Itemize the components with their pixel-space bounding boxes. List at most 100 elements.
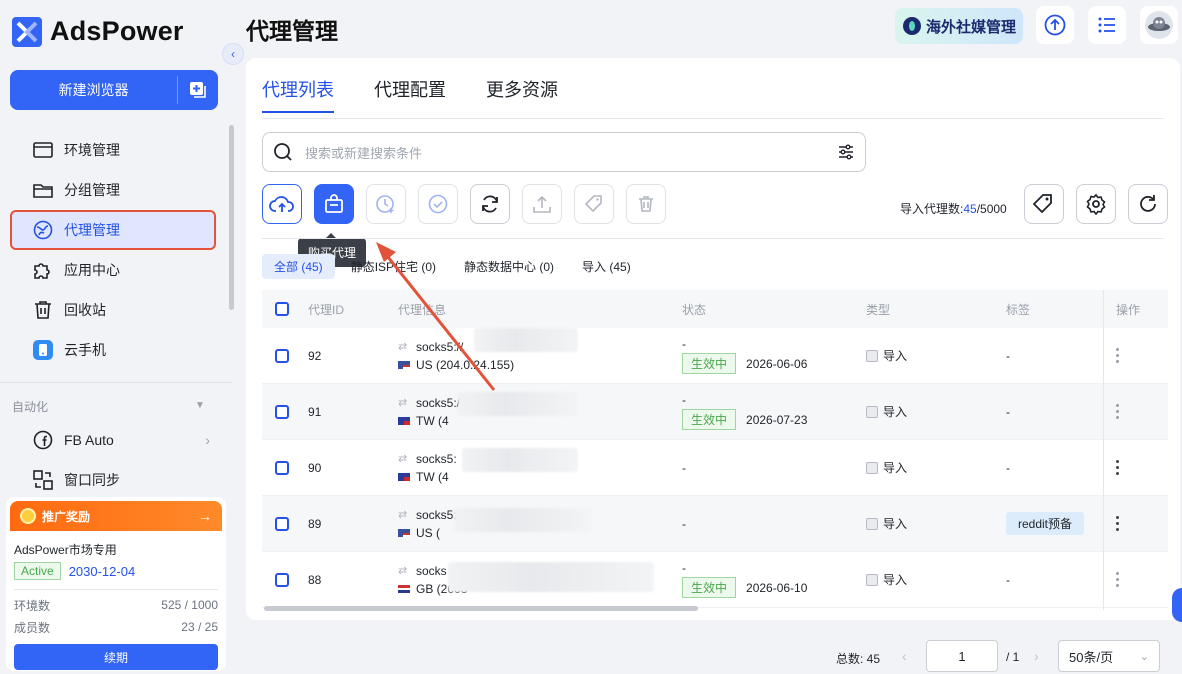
type-label: 导入	[883, 349, 908, 363]
proxy-status: -	[682, 460, 686, 475]
chevron-down-icon[interactable]: ▼	[195, 400, 205, 411]
prev-page-icon[interactable]: ‹	[902, 648, 907, 664]
row-checkbox[interactable]	[275, 516, 289, 531]
table-header: 代理ID 代理信息 状态 类型 标签 操作	[262, 290, 1168, 328]
filter-imported[interactable]: 导入 (45)	[570, 254, 643, 279]
filter-settings-icon[interactable]	[837, 143, 855, 161]
status-badge: 生效中	[682, 409, 737, 430]
schedule-check-button[interactable]	[366, 184, 406, 224]
filter-all[interactable]: 全部 (45)	[262, 254, 335, 279]
refresh-proxy-button[interactable]	[470, 184, 510, 224]
sidebar-item-groups[interactable]: 分组管理	[10, 170, 216, 210]
filter-static-isp[interactable]: 静态ISP住宅 (0)	[339, 254, 448, 279]
swap-icon: ⇄	[398, 341, 408, 353]
collapse-sidebar-button[interactable]: ‹	[222, 43, 244, 65]
settings-button[interactable]	[1076, 184, 1116, 224]
proxy-protocol: socks5:	[416, 507, 457, 522]
automation-section-label[interactable]: 自动化	[12, 398, 48, 415]
tag-manager-button[interactable]	[1024, 184, 1064, 224]
new-browser-button[interactable]: 新建浏览器	[10, 70, 177, 110]
sidebar-item-window-sync[interactable]: 窗口同步	[10, 460, 216, 500]
table-row[interactable]: 90 ⇄ socks5: TW (4 - 导入 -	[262, 440, 1168, 496]
subscription-card: 推广奖励 → AdsPower市场专用 Active 2030-12-04 环境…	[6, 497, 226, 671]
shopping-bag-icon	[325, 194, 343, 213]
sidebar-item-apps[interactable]: 应用中心	[10, 250, 216, 290]
proxy-tag: -	[1006, 572, 1010, 587]
user-avatar[interactable]	[1140, 6, 1178, 44]
more-actions-icon[interactable]	[1116, 348, 1119, 363]
proxy-status: -	[682, 516, 686, 531]
proxy-id: 91	[308, 404, 322, 419]
tab-proxy-config[interactable]: 代理配置	[374, 76, 446, 112]
proxy-info: ⇄ socks5: TW (4	[398, 450, 457, 486]
facebook-icon	[33, 430, 53, 450]
col-id[interactable]: 代理ID	[308, 301, 344, 318]
table-horizontal-scrollbar[interactable]	[264, 606, 698, 611]
table-row[interactable]: 91 ⇄ socks5:// TW (4 - 生效中 2026-07-23 导入 -	[262, 384, 1168, 440]
expire-date: 2030-12-04	[68, 563, 136, 579]
proxy-type: 导入	[866, 515, 907, 532]
trash-icon	[639, 196, 653, 212]
row-checkbox[interactable]	[275, 404, 289, 419]
tab-bar: 代理列表 代理配置 更多资源	[262, 76, 558, 113]
expire-date: 2026-07-23	[746, 413, 808, 427]
avatar-icon	[1145, 11, 1173, 39]
proxy-type: 导入	[866, 347, 907, 364]
reload-button[interactable]	[1128, 184, 1168, 224]
upload-update-button[interactable]	[1036, 6, 1074, 44]
col-status: 状态	[682, 302, 707, 317]
proxy-panel: 代理列表 代理配置 更多资源 搜索或新建搜索条件 购买代理 导入代理数:45/5…	[246, 58, 1180, 620]
pagination-total: 总数: 45	[836, 652, 881, 666]
sidebar-item-environments[interactable]: 环境管理	[10, 130, 216, 170]
support-chat-button[interactable]	[1172, 588, 1182, 622]
proxy-tag: -	[1006, 348, 1010, 363]
more-actions-icon[interactable]	[1116, 404, 1119, 419]
sidebar-scrollbar[interactable]	[229, 125, 234, 310]
tab-more-resources[interactable]: 更多资源	[486, 76, 558, 112]
row-checkbox[interactable]	[275, 460, 289, 475]
edit-tag-button[interactable]	[574, 184, 614, 224]
next-page-icon[interactable]: ›	[1034, 648, 1039, 664]
more-actions-icon[interactable]	[1116, 516, 1119, 531]
page-size-select[interactable]: 50条/页 ⌄	[1058, 640, 1160, 672]
page-input[interactable]: 1	[926, 640, 998, 672]
table-row[interactable]: 89 ⇄ socks5: US ( - 导入 reddit预备	[262, 496, 1168, 552]
sidebar-item-fb-auto[interactable]: FB Auto ›	[10, 420, 216, 460]
export-button[interactable]	[522, 184, 562, 224]
more-actions-icon[interactable]	[1116, 460, 1119, 475]
type-label: 导入	[883, 517, 908, 531]
clock-plus-icon	[376, 195, 394, 213]
sidebar-item-cloud-phone[interactable]: 云手机	[10, 330, 216, 370]
redacted-region	[462, 448, 578, 472]
check-proxy-button[interactable]	[418, 184, 458, 224]
sidebar-item-proxy[interactable]: 代理管理	[10, 210, 216, 250]
search-input[interactable]: 搜索或新建搜索条件	[305, 143, 825, 162]
row-checkbox[interactable]	[275, 572, 289, 587]
search-bar[interactable]: 搜索或新建搜索条件	[262, 132, 866, 172]
promo-banner[interactable]: 推广奖励 →	[10, 501, 222, 531]
import-icon	[866, 405, 878, 418]
batch-create-button[interactable]	[178, 70, 218, 110]
import-count-used: 45	[963, 202, 977, 216]
buy-proxy-button[interactable]	[314, 184, 354, 224]
row-checkbox[interactable]	[275, 348, 289, 363]
import-count: 导入代理数:45/5000	[900, 200, 1007, 217]
social-media-button[interactable]: 海外社媒管理	[895, 8, 1023, 44]
delete-proxy-button[interactable]	[626, 184, 666, 224]
app-logo[interactable]: AdsPower	[12, 16, 184, 47]
import-icon	[866, 573, 878, 586]
table-row[interactable]: 92 ⇄ socks5:// US (204.0.24.155) - 生效中 202…	[262, 328, 1168, 384]
status-dash: -	[682, 393, 686, 407]
table-row[interactable]: 88 ⇄ socks GB (2603 - 生效中 2026-06-10 导入 -	[262, 552, 1168, 608]
renew-button[interactable]: 续期	[14, 644, 218, 670]
expire-date: 2026-06-06	[746, 357, 808, 371]
select-all-checkbox[interactable]	[275, 302, 289, 316]
tab-proxy-list[interactable]: 代理列表	[262, 76, 334, 113]
task-list-button[interactable]	[1088, 6, 1126, 44]
tab-divider	[262, 118, 1164, 119]
add-proxy-button[interactable]	[262, 184, 302, 224]
swap-icon: ⇄	[398, 509, 408, 521]
more-actions-icon[interactable]	[1116, 572, 1119, 587]
filter-static-datacenter[interactable]: 静态数据中心 (0)	[452, 254, 566, 279]
sidebar-item-trash[interactable]: 回收站	[10, 290, 216, 330]
